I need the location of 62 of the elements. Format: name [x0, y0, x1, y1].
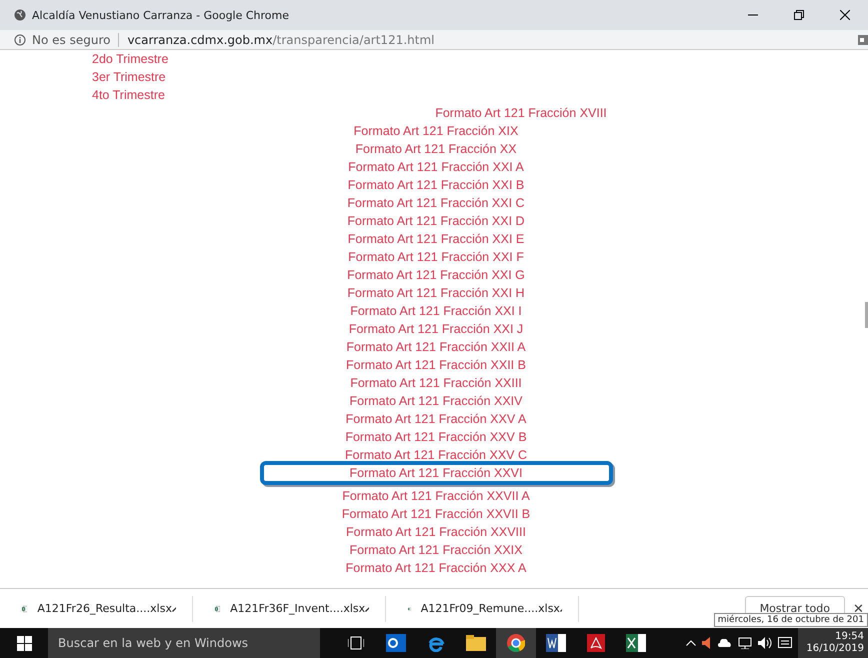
format-link[interactable]: Formato Art 121 Fracción XXV A — [346, 410, 526, 428]
excel-icon[interactable] — [626, 634, 646, 652]
format-link[interactable]: Formato Art 121 Fracción XXI E — [348, 230, 524, 248]
format-link[interactable]: Formato Art 121 Fracción XXI I — [350, 302, 522, 320]
trimestre-link[interactable]: 4to Trimestre — [92, 86, 868, 104]
clock-time[interactable]: 19:54 — [835, 631, 864, 643]
chevron-up-icon[interactable] — [686, 640, 696, 646]
close-icon — [840, 10, 850, 20]
highlighted-format-link[interactable]: Formato Art 121 Fracción XXVI — [260, 461, 612, 485]
translate-icon[interactable] — [858, 34, 868, 46]
info-icon[interactable] — [14, 34, 26, 46]
format-link[interactable]: Formato Art 121 Fracción XXI F — [348, 248, 524, 266]
format-link[interactable]: Formato Art 121 Fracción XXVII A — [342, 487, 530, 505]
download-item[interactable]: A121Fr26_Resulta....xlsx — [0, 596, 193, 622]
date-tooltip: miércoles, 16 de octubre de 201 — [714, 613, 868, 627]
format-link[interactable]: Formato Art 121 Fracción XXI H — [347, 284, 525, 302]
clock-date[interactable]: 16/10/2019 — [806, 643, 864, 655]
format-link[interactable]: Formato Art 121 Fracción XXVIII — [346, 523, 526, 541]
format-link[interactable]: Formato Art 121 Fracción XXIII — [350, 374, 522, 392]
task-view-icon[interactable] — [348, 636, 364, 650]
format-link[interactable]: Formato Art 121 Fracción XXI D — [347, 212, 525, 230]
close-button[interactable]: ✕ — [853, 601, 868, 616]
format-link[interactable]: Formato Art 121 Fracción XXV C — [344, 446, 527, 464]
format-link[interactable]: Formato Art 121 Fracción XXIX — [350, 541, 522, 559]
download-item[interactable]: A121Fr09_Remune....xlsx — [386, 596, 579, 622]
format-link[interactable]: Formato Art 121 Fracción XXI C — [347, 194, 525, 212]
folder-icon[interactable] — [466, 635, 486, 651]
word-icon[interactable] — [546, 634, 566, 652]
format-link[interactable]: Formato Art 121 Fracción XXI J — [348, 320, 524, 338]
format-link[interactable]: Formato Art 121 Fracción XXV B — [345, 428, 527, 446]
format-link[interactable]: Formato Art 121 Fracción XXX A — [346, 559, 526, 577]
globe-icon — [14, 9, 26, 21]
format-link[interactable]: Formato Art 121 Fracción XXI G — [347, 266, 525, 284]
caret-icon[interactable] — [365, 606, 369, 612]
format-link[interactable]: Formato Art 121 Fracción XIX — [354, 122, 518, 140]
format-link[interactable]: Formato Art 121 Fracción XXII A — [346, 338, 526, 356]
cloud-icon[interactable] — [718, 639, 732, 647]
format-link[interactable]: Formato Art 121 Fracción XXII B — [346, 356, 526, 374]
windows-logo-icon[interactable] — [16, 636, 32, 650]
scrollbar-thumb[interactable] — [865, 302, 868, 328]
url-field[interactable]: vcarranza.cdmx.gob.mx/transparencia/art121.html — [127, 32, 858, 46]
caret-icon[interactable] — [172, 606, 176, 612]
download-item[interactable]: A121Fr36F_Invent....xlsx — [193, 596, 386, 622]
format-link[interactable]: Formato Art 121 Fracción XXI A — [348, 158, 524, 176]
format-link[interactable]: Formato Art 121 Fracción XXIV — [350, 392, 522, 410]
security-label[interactable]: No es seguro — [32, 32, 120, 46]
notification-icon[interactable] — [778, 637, 792, 649]
format-link[interactable]: Formato Art 121 Fracción XXI B — [348, 176, 524, 194]
format-link[interactable]: Formato Art 121 Fracción XVIII — [435, 104, 607, 122]
trimestre-link[interactable]: 3er Trimestre — [92, 68, 868, 86]
trimestre-link[interactable]: 2do Trimestre — [92, 50, 868, 68]
format-link[interactable]: Formato Art 121 Fracción XX — [355, 140, 517, 158]
volume-icon[interactable] — [758, 637, 772, 649]
mail-app-icon[interactable] — [386, 634, 406, 652]
speaker-icon[interactable] — [702, 637, 712, 649]
format-link[interactable]: Formato Art 121 Fracción XXVII B — [342, 505, 530, 523]
search-field[interactable]: Buscar en la web y en Windows — [48, 628, 320, 658]
restore-icon — [794, 10, 804, 20]
network-icon[interactable] — [738, 637, 752, 649]
window-title: Alcaldía Venustiano Carranza - Google Chrome — [32, 8, 290, 22]
pdf-icon[interactable] — [587, 634, 605, 652]
chrome-icon[interactable] — [507, 634, 525, 652]
